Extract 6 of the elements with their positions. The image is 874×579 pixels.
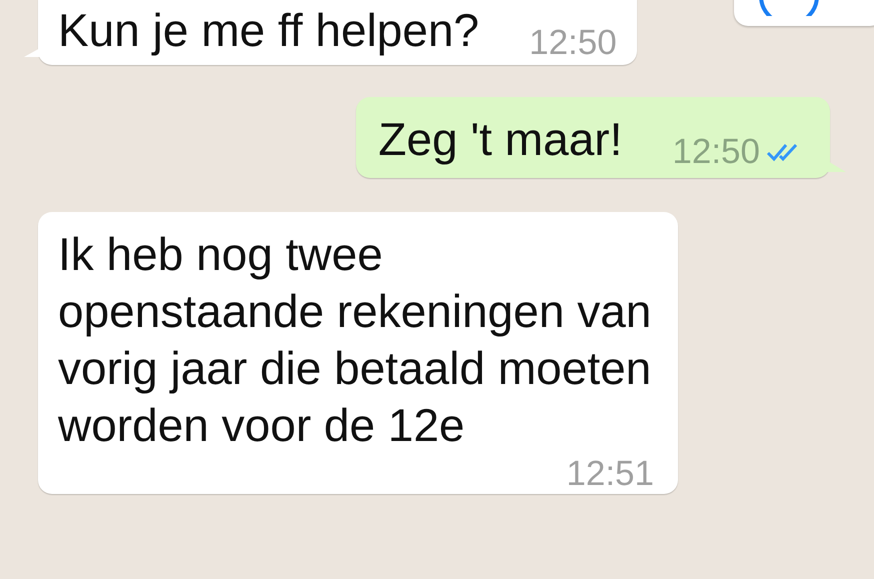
message-time: 12:51 <box>566 454 654 494</box>
message-time: 12:50 <box>672 132 760 172</box>
message-text: Kun je me ff helpen? <box>58 3 480 58</box>
message-time: 12:50 <box>529 23 617 63</box>
message-text: Ik heb nog twee openstaande rekeningen van vorig jaar die betaald moeten worden voor de 12e <box>58 227 652 453</box>
message-text: Zeg 't maar! <box>378 112 622 167</box>
